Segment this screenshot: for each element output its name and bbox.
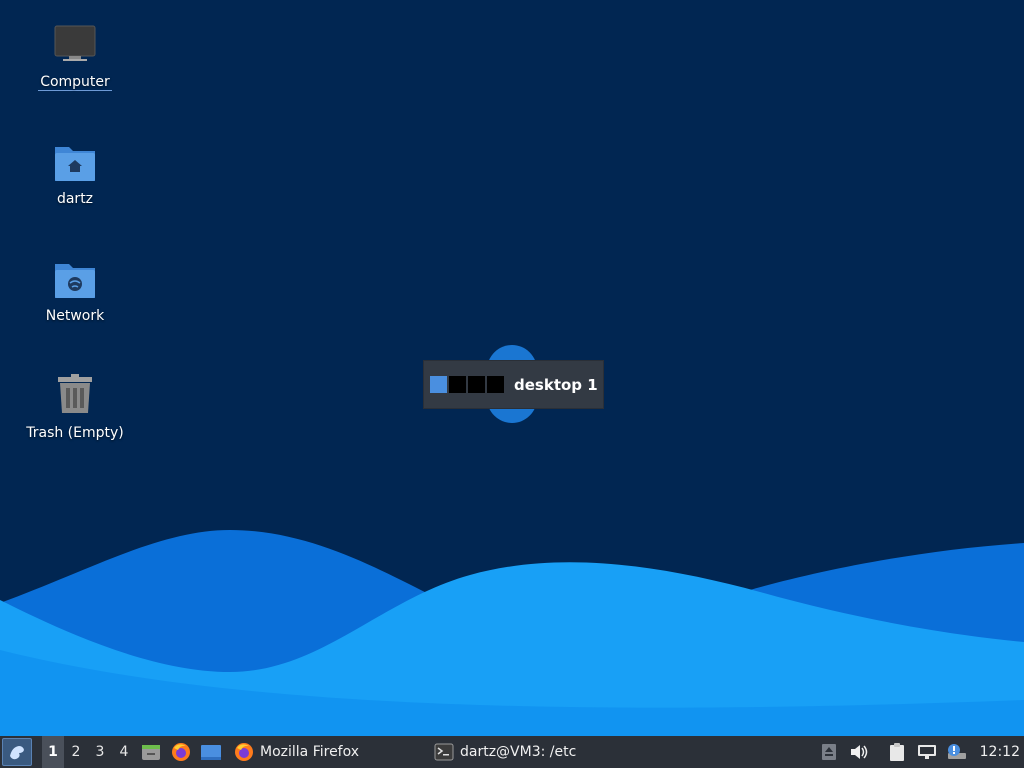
workspace-button-3[interactable]: 3 — [88, 736, 112, 768]
launcher-file-manager[interactable] — [136, 736, 166, 768]
desktop-icon-label: Network — [45, 308, 105, 324]
taskbar-item-label: Mozilla Firefox — [260, 744, 360, 760]
desktop-icon-label: Trash (Empty) — [26, 425, 124, 441]
terminal-icon — [434, 743, 454, 761]
eject-icon — [821, 744, 836, 760]
desktop-icon-network[interactable]: Network — [20, 256, 130, 324]
xfce-mouse-icon — [10, 746, 24, 760]
file-manager-icon — [142, 745, 160, 760]
workspace-thumb-3 — [468, 376, 485, 393]
whisker-menu-button[interactable] — [2, 738, 32, 766]
updates-icon — [947, 744, 966, 759]
workspace-thumb-4 — [487, 376, 504, 393]
home-folder-icon — [55, 147, 95, 181]
tray-volume[interactable] — [844, 736, 874, 768]
desktop-icon-computer[interactable]: Computer — [20, 22, 130, 91]
workspace-popup-label: desktop 1 — [514, 375, 598, 394]
network-wired-icon — [917, 745, 936, 759]
launcher-firefox[interactable] — [166, 736, 196, 768]
volume-icon — [850, 745, 867, 759]
taskbar-item-terminal[interactable]: dartz@VM3: /etc — [428, 736, 628, 768]
desktop-icon-label: dartz — [56, 191, 94, 207]
network-folder-icon — [55, 264, 95, 298]
workspace-button-2[interactable]: 2 — [64, 736, 88, 768]
tray-network[interactable] — [912, 736, 942, 768]
tray-updates[interactable] — [942, 736, 972, 768]
monitor-icon — [54, 25, 96, 61]
workspace-thumb-2 — [449, 376, 466, 393]
workspace-switch-popup: desktop 1 — [423, 360, 604, 409]
firefox-icon — [172, 743, 190, 761]
launcher-show-desktop[interactable] — [196, 736, 226, 768]
desktop-icon-label: Computer — [38, 74, 112, 91]
panel-clock[interactable]: 12:12 — [972, 736, 1024, 768]
trash-icon — [58, 374, 92, 413]
clipboard-icon — [889, 743, 904, 761]
taskbar-item-label: dartz@VM3: /etc — [460, 744, 577, 760]
desktop-icon-home-folder[interactable]: dartz — [20, 139, 130, 207]
bottom-panel: 1 2 3 4 Mozilla Firefox dartz@VM3: /etc … — [0, 736, 1024, 768]
workspace-thumb-1 — [430, 376, 447, 393]
workspace-button-1[interactable]: 1 — [42, 736, 64, 768]
workspace-button-4[interactable]: 4 — [112, 736, 136, 768]
desktop-icon-trash[interactable]: Trash (Empty) — [20, 373, 130, 441]
tray-eject[interactable] — [814, 736, 844, 768]
workspace-minimap — [430, 376, 504, 393]
desktop-icon — [201, 745, 221, 760]
taskbar-item-firefox[interactable]: Mozilla Firefox — [228, 736, 428, 768]
firefox-icon — [235, 743, 253, 761]
tray-clipboard[interactable] — [882, 736, 912, 768]
